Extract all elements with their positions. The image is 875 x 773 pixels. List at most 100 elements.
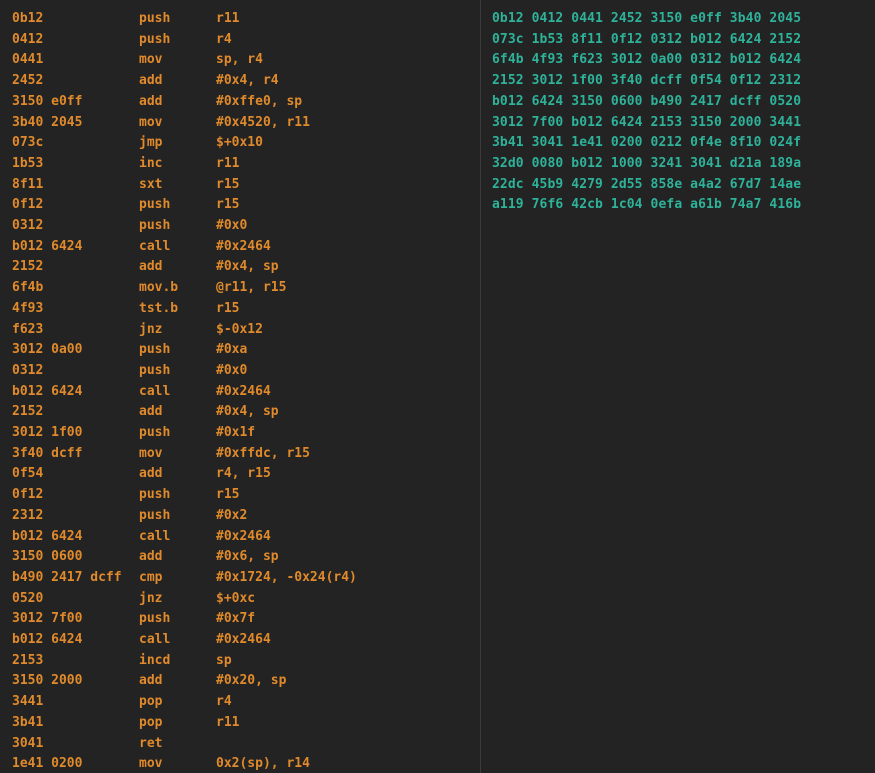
disassembly-row[interactable]: 0312 push #0x0 xyxy=(0,216,480,236)
instruction-bytes: 8f11 xyxy=(12,176,44,192)
instruction-bytes: 3012 1f00 xyxy=(12,425,83,440)
disassembly-row[interactable]: 3b41 pop r11 xyxy=(0,713,480,733)
disassembly-row[interactable]: 1b53 inc r11 xyxy=(0,154,480,174)
instruction-mnemonic: push xyxy=(139,11,171,26)
instruction-mnemonic: push xyxy=(139,218,171,233)
disassembly-row[interactable]: 2152 add #0x4, sp xyxy=(0,257,480,277)
instruction-operands: r15 xyxy=(216,197,240,213)
disassembly-row[interactable]: 3012 0a00 push #0xa xyxy=(0,340,480,360)
instruction-mnemonic: pop xyxy=(139,694,163,710)
instruction-mnemonic: sxt xyxy=(139,176,163,192)
disassembly-row[interactable]: 3f40 dcff mov #0xffdc, r15 xyxy=(0,444,480,464)
instruction-operands: r4 xyxy=(216,31,232,47)
disassembly-row[interactable]: 0f12 push r15 xyxy=(0,195,480,215)
instruction-mnemonic: add xyxy=(139,673,163,689)
instruction-bytes: 4f93 xyxy=(12,300,44,316)
instruction-bytes: b012 6424 xyxy=(12,383,83,399)
disassembly-row[interactable]: 1e41 0200 mov 0x2(sp), r14 xyxy=(0,754,480,773)
instruction-bytes: 6f4b xyxy=(12,280,44,296)
instruction-mnemonic: mov xyxy=(139,114,163,130)
disassembly-row[interactable]: 0f12 push r15 xyxy=(0,485,480,505)
instruction-mnemonic: mov xyxy=(139,756,163,772)
disassembly-row[interactable]: 2452 add #0x4, r4 xyxy=(0,71,480,91)
instruction-mnemonic: add xyxy=(139,73,163,89)
disassembly-row[interactable]: b012 6424 call #0x2464 xyxy=(0,630,480,650)
hexdump-line: 073c 1b53 8f11 0f12 0312 b012 6424 2152 xyxy=(492,31,802,47)
instruction-bytes: 3041 xyxy=(12,735,44,751)
hexdump-line: a119 76f6 42cb 1c04 0efa a61b 74a7 416b xyxy=(492,197,802,213)
instruction-operands: #0x1724, -0x24(r4) xyxy=(216,569,357,585)
instruction-bytes: 3150 2000 xyxy=(12,673,83,689)
instruction-operands: r11 xyxy=(216,155,240,171)
hexdump-line: 6f4b 4f93 f623 3012 0a00 0312 b012 6424 xyxy=(492,52,802,68)
instruction-operands: #0x2464 xyxy=(216,528,271,544)
disassembly-row[interactable]: 2152 add #0x4, sp xyxy=(0,402,480,422)
instruction-mnemonic: add xyxy=(139,93,163,109)
instruction-operands: #0x2464 xyxy=(216,238,271,254)
instruction-mnemonic: cmp xyxy=(139,569,163,585)
instruction-operands: #0x2464 xyxy=(216,383,271,399)
instruction-operands: #0x0 xyxy=(216,218,248,233)
instruction-operands: #0x0 xyxy=(216,362,248,378)
disassembly-row[interactable]: b012 6424 call #0x2464 xyxy=(0,237,480,257)
disassembly-row[interactable]: 2153 incd sp xyxy=(0,651,480,671)
instruction-bytes: 0b12 xyxy=(12,11,44,26)
disassembly-row[interactable]: 073c jmp $+0x10 xyxy=(0,133,480,153)
disassembly-row[interactable]: 0412 push r4 xyxy=(0,30,480,50)
instruction-mnemonic: add xyxy=(139,404,163,420)
disassembly-row[interactable]: b012 6424 call #0x2464 xyxy=(0,382,480,402)
instruction-mnemonic: call xyxy=(139,528,171,544)
instruction-bytes: 0f12 xyxy=(12,487,44,503)
disassembly-row[interactable]: 0312 push #0x0 xyxy=(0,361,480,381)
disassembly-row[interactable]: 3041 ret xyxy=(0,734,480,754)
disassembly-row[interactable]: b490 2417 dcff cmp #0x1724, -0x24(r4) xyxy=(0,568,480,588)
disassembly-row[interactable]: 0520 jnz $+0xc xyxy=(0,589,480,609)
instruction-bytes: 0441 xyxy=(12,52,44,68)
instruction-mnemonic: mov.b xyxy=(139,280,179,296)
disassembly-row[interactable]: 3012 1f00 push #0x1f xyxy=(0,423,480,443)
instruction-mnemonic: add xyxy=(139,259,163,275)
instruction-operands: #0x2 xyxy=(216,507,248,523)
instruction-bytes: b012 6424 xyxy=(12,528,83,544)
hexdump-pane[interactable]: 0b12 0412 0441 2452 3150 e0ff 3b40 2045 0… xyxy=(481,0,875,773)
instruction-operands: $+0x10 xyxy=(216,135,263,151)
disassembly-row[interactable]: b012 6424 call #0x2464 xyxy=(0,527,480,547)
disassembly-row[interactable]: 3b40 2045 mov #0x4520, r11 xyxy=(0,113,480,133)
hexdump-line: b012 6424 3150 0600 b490 2417 dcff 0520 xyxy=(492,93,802,109)
instruction-bytes: 2153 xyxy=(12,652,44,668)
instruction-mnemonic: ret xyxy=(139,735,163,751)
instruction-operands: r15 xyxy=(216,487,240,503)
instruction-operands: r4, r15 xyxy=(216,466,271,482)
instruction-bytes: 0520 xyxy=(12,590,44,606)
instruction-mnemonic: push xyxy=(139,197,171,213)
instruction-bytes: 2452 xyxy=(12,73,44,89)
disassembly-row[interactable]: 6f4b mov.b @r11, r15 xyxy=(0,278,480,298)
hexdump-line: 32d0 0080 b012 1000 3241 3041 d21a 189a xyxy=(492,155,802,171)
instruction-operands: #0x4, r4 xyxy=(216,73,279,89)
instruction-mnemonic: push xyxy=(139,425,171,440)
disassembly-row[interactable]: 0b12 push r11 xyxy=(0,9,480,29)
instruction-operands: r15 xyxy=(216,300,240,316)
disassembly-row[interactable]: 3441 pop r4 xyxy=(0,692,480,712)
instruction-bytes: 0312 xyxy=(12,362,44,378)
disassembly-row[interactable]: 8f11 sxt r15 xyxy=(0,175,480,195)
disassembly-row[interactable]: 3012 7f00 push #0x7f xyxy=(0,609,480,629)
instruction-operands: #0x7f xyxy=(216,611,256,627)
instruction-operands: #0x4520, r11 xyxy=(216,114,310,130)
instruction-mnemonic: push xyxy=(139,611,171,627)
disassembly-pane[interactable]: 0b12 push r11 0412 push r4 0441 mov sp, r4 2452 ad… xyxy=(0,0,480,773)
disassembly-row[interactable]: 2312 push #0x2 xyxy=(0,506,480,526)
disassembly-row[interactable]: 4f93 tst.b r15 xyxy=(0,299,480,319)
instruction-mnemonic: mov xyxy=(139,445,163,461)
instruction-operands: sp, r4 xyxy=(216,52,263,68)
disassembly-row[interactable]: 0f54 add r4, r15 xyxy=(0,464,480,484)
disassembly-row[interactable]: 3150 0600 add #0x6, sp xyxy=(0,547,480,567)
disassembly-row[interactable]: 0441 mov sp, r4 xyxy=(0,50,480,70)
instruction-bytes: b490 2417 dcff xyxy=(12,569,122,585)
disassembly-row[interactable]: 3150 e0ff add #0xffe0, sp xyxy=(0,92,480,112)
instruction-operands: #0x2464 xyxy=(216,632,271,647)
instruction-bytes: 1e41 0200 xyxy=(12,756,83,772)
disassembly-row[interactable]: 3150 2000 add #0x20, sp xyxy=(0,671,480,691)
instruction-bytes: 3f40 dcff xyxy=(12,445,83,461)
disassembly-row[interactable]: f623 jnz $-0x12 xyxy=(0,320,480,340)
